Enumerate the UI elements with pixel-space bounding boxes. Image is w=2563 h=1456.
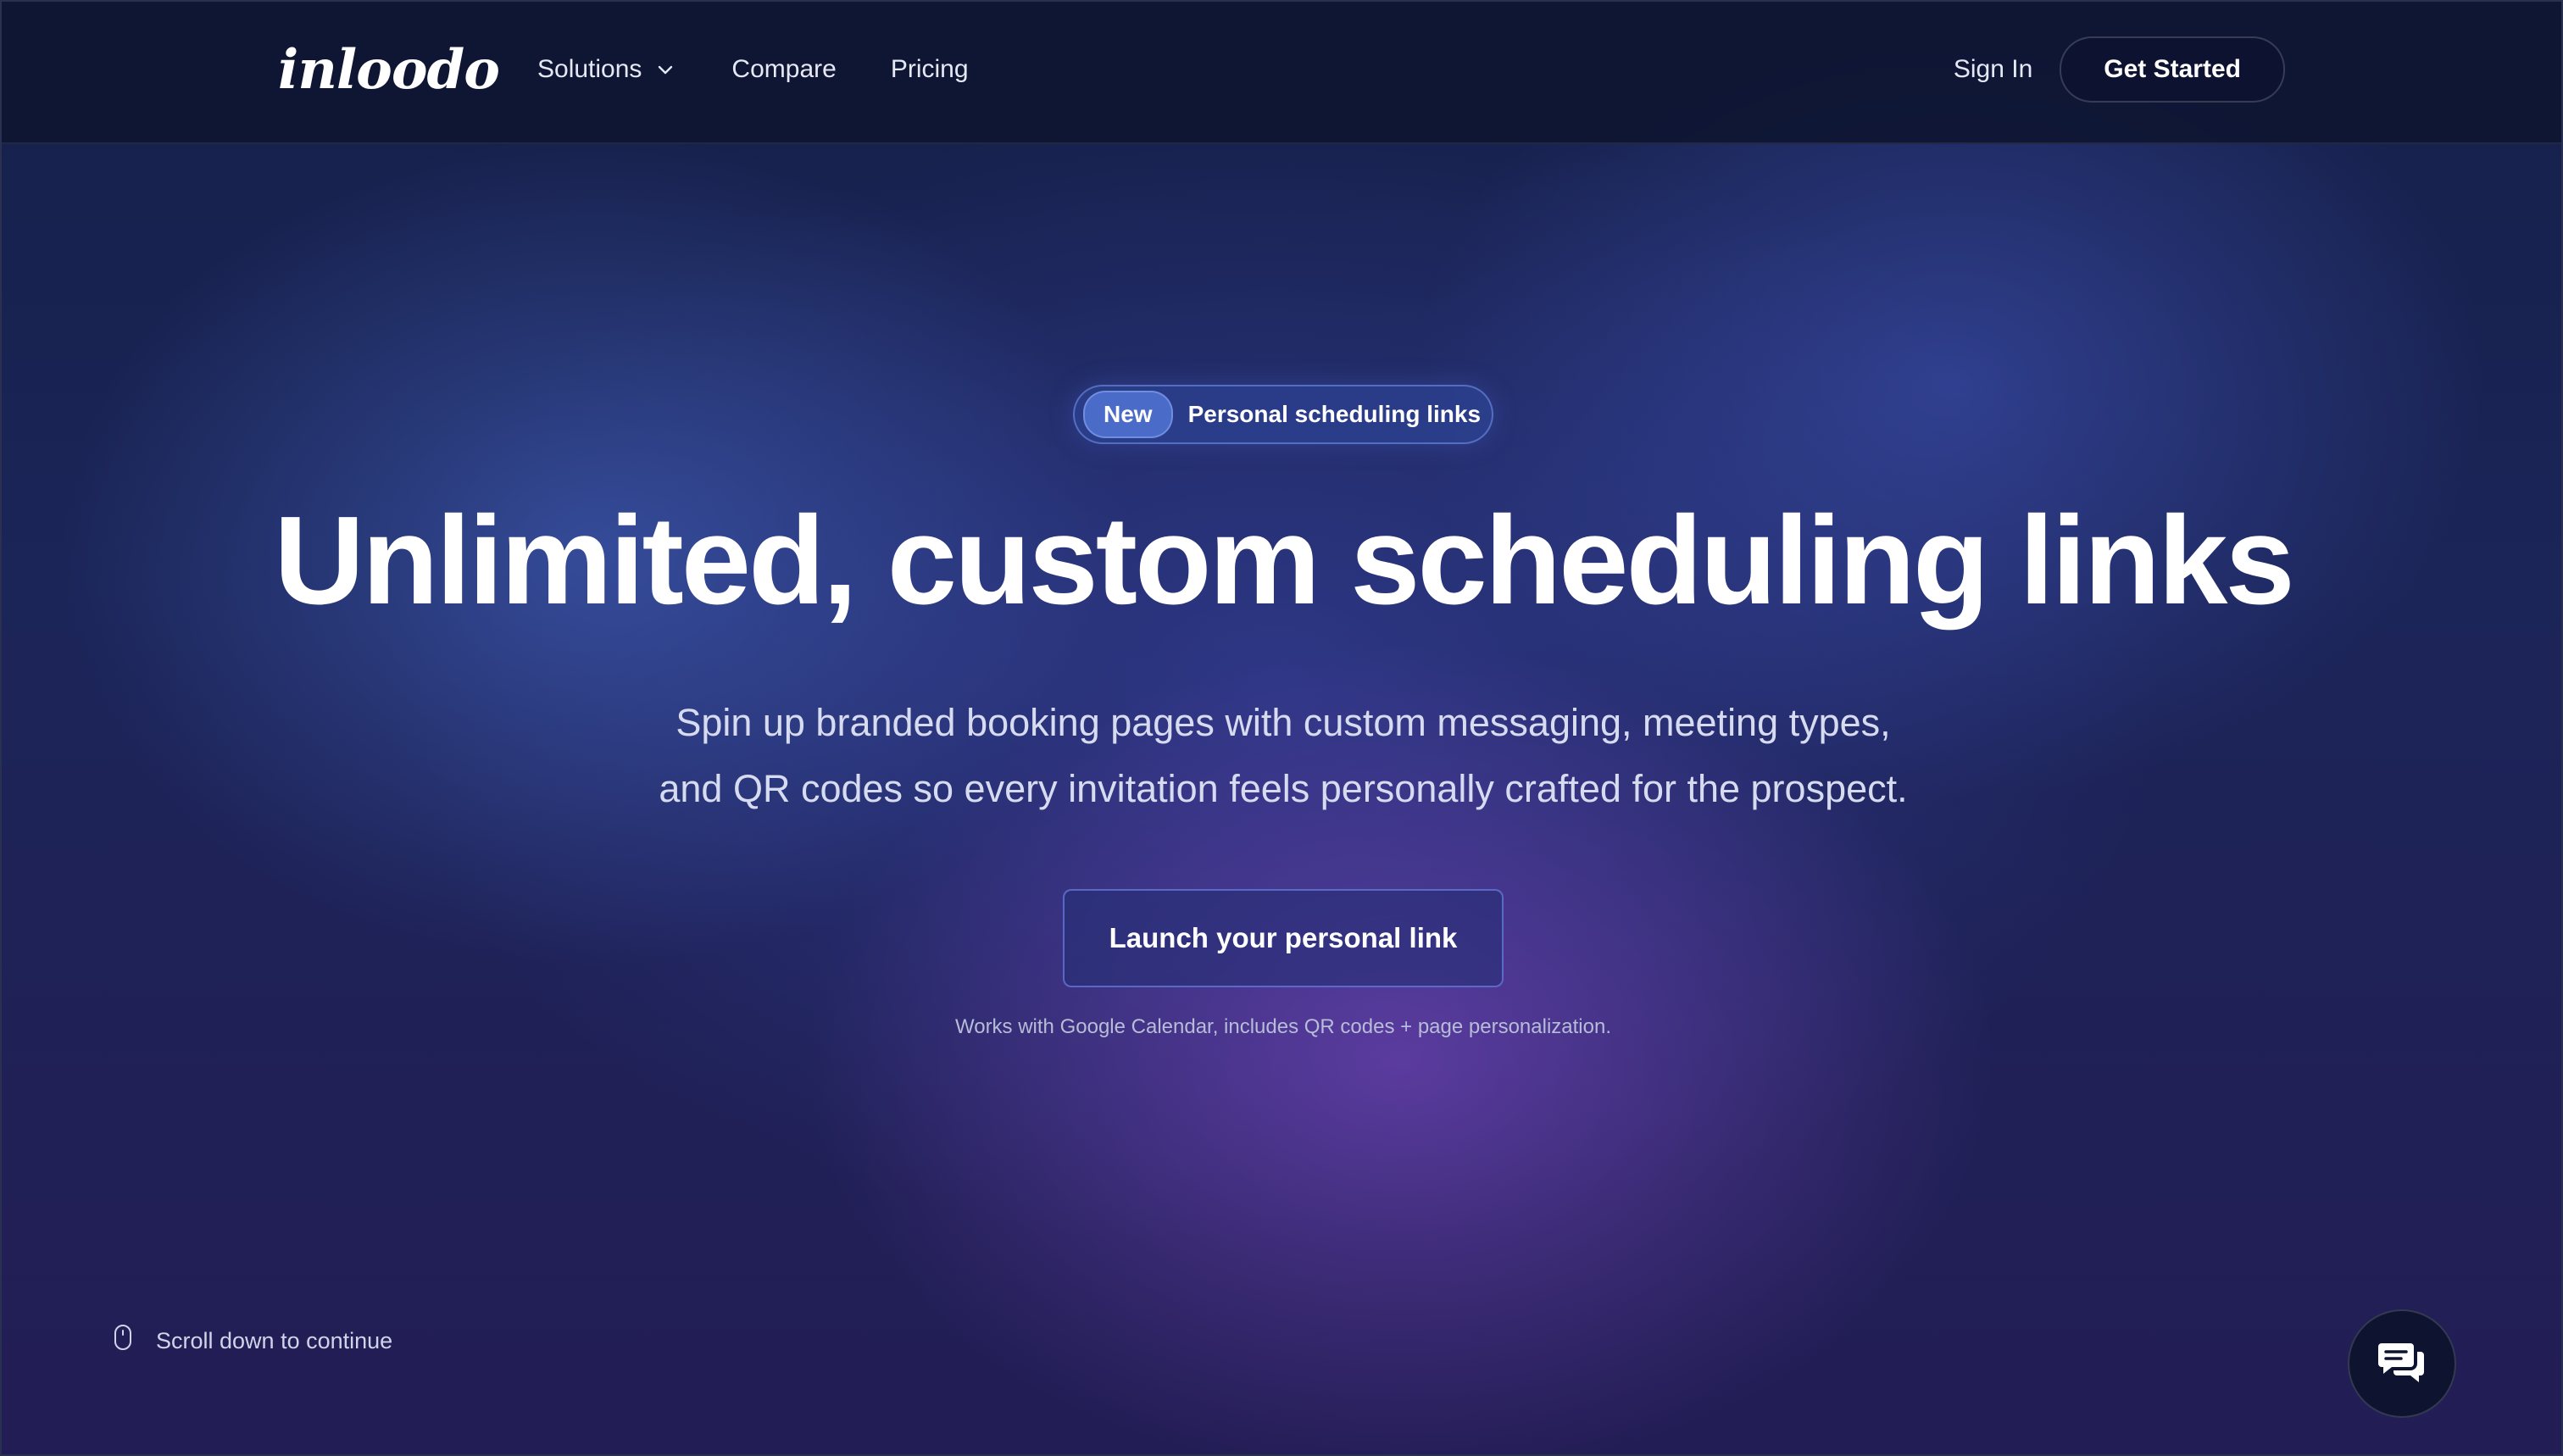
scroll-hint-text: Scroll down to continue — [156, 1327, 393, 1353]
hero-subtitle-line-2: and QR codes so every invitation feels p… — [659, 767, 1908, 810]
badge-text: Personal scheduling links — [1187, 401, 1482, 427]
top-navbar: inloodo Solutions Compare Pricing Sign I… — [2, 2, 2561, 144]
chevron-down-icon — [653, 58, 677, 81]
nav-solutions-dropdown[interactable]: Solutions — [537, 55, 677, 84]
nav-compare-link[interactable]: Compare — [731, 55, 836, 84]
integration-note: Works with Google Calendar, includes QR … — [955, 1015, 1611, 1038]
hero-subtitle-line-1: Spin up branded booking pages with custo… — [675, 701, 1891, 744]
nav-solutions-label: Solutions — [537, 55, 642, 83]
scroll-hint: Scroll down to continue — [114, 1322, 392, 1359]
nav-compare-label: Compare — [731, 55, 837, 83]
hero-headline: Unlimited, custom scheduling links — [274, 491, 2294, 631]
new-tag: New — [1083, 391, 1173, 438]
hero-subtitle: Spin up branded booking pages with custo… — [520, 690, 2046, 822]
get-started-button[interactable]: Get Started — [2060, 36, 2285, 103]
nav-pricing-link[interactable]: Pricing — [891, 55, 969, 84]
nav-pricing-label: Pricing — [890, 55, 969, 83]
launch-personal-link-button[interactable]: Launch your personal link — [1063, 889, 1504, 987]
page: inloodo Solutions Compare Pricing Sign I… — [0, 0, 2563, 1456]
announcement-badge[interactable]: New Personal scheduling links — [1073, 385, 1493, 444]
mouse-icon — [114, 1324, 132, 1359]
brand-logo[interactable]: inloodo — [278, 34, 500, 105]
chat-bubbles-icon — [2377, 1338, 2427, 1390]
main-nav: Solutions Compare Pricing — [537, 44, 969, 95]
chat-launcher-button[interactable] — [2348, 1309, 2456, 1418]
sign-in-link[interactable]: Sign In — [1954, 55, 2032, 84]
header-actions: Sign In Get Started — [1954, 36, 2285, 103]
